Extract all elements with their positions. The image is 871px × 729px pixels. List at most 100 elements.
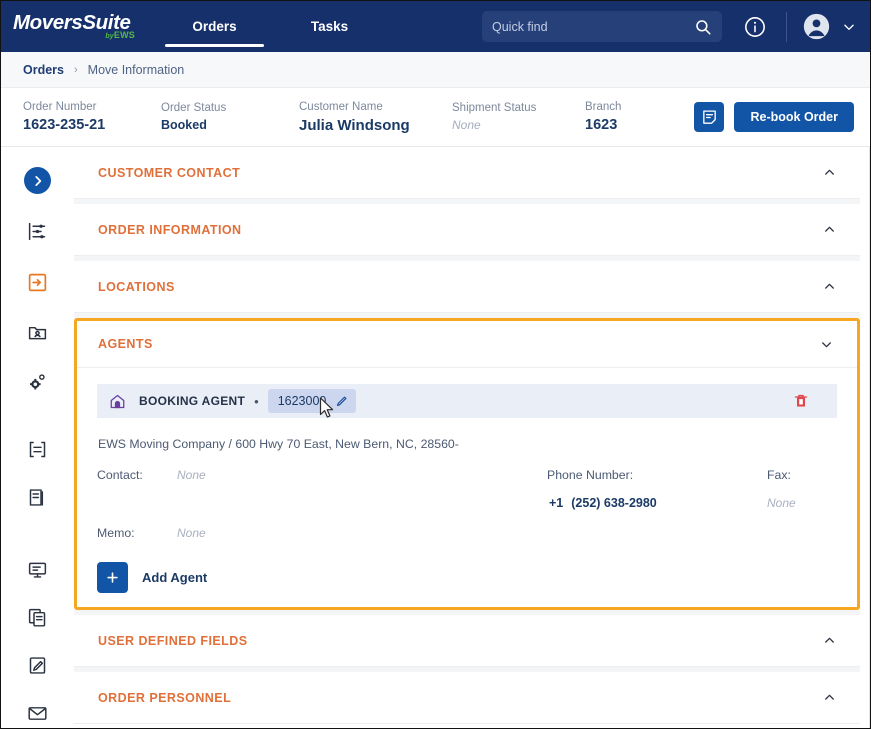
section-locations[interactable]: LOCATIONS bbox=[74, 261, 860, 313]
section-order-information[interactable]: ORDER INFORMATION bbox=[74, 204, 860, 256]
info-circle-icon[interactable] bbox=[744, 16, 766, 38]
chevron-down-icon[interactable] bbox=[842, 20, 856, 34]
chevron-up-icon[interactable] bbox=[823, 280, 836, 293]
section-user-defined-fields-title: USER DEFINED FIELDS bbox=[98, 634, 248, 648]
sidebar-item-claims[interactable] bbox=[25, 653, 50, 678]
agent-type-label: BOOKING AGENT bbox=[139, 394, 245, 408]
summary-order-status-value: Booked bbox=[161, 118, 299, 132]
summary-branch-label: Branch bbox=[585, 101, 705, 113]
user-avatar-icon[interactable] bbox=[803, 13, 830, 40]
section-locations-title: LOCATIONS bbox=[98, 280, 175, 294]
sidebar-item-dispatch[interactable] bbox=[25, 557, 50, 582]
sidebar-item-copy[interactable] bbox=[25, 605, 50, 630]
nav-tab-tasks[interactable]: Tasks bbox=[272, 1, 387, 52]
fax-label: Fax: bbox=[767, 468, 837, 482]
mail-envelope-icon bbox=[27, 703, 48, 724]
top-nav-right-group bbox=[482, 1, 870, 52]
field-gap bbox=[707, 468, 767, 482]
section-order-personnel-title: ORDER PERSONNEL bbox=[98, 691, 231, 705]
nav-tabs: Orders Tasks bbox=[157, 1, 387, 52]
sidebar-item-itemization[interactable] bbox=[25, 437, 50, 462]
trash-delete-icon[interactable] bbox=[793, 393, 809, 410]
summary-shipment-status-label: Shipment Status bbox=[452, 102, 585, 114]
nav-divider bbox=[786, 12, 787, 42]
move-details-icon bbox=[27, 221, 48, 242]
section-customer-contact-title: CUSTOMER CONTACT bbox=[98, 166, 240, 180]
phone-country-code: +1 bbox=[549, 496, 563, 510]
breadcrumb-separator-icon: › bbox=[74, 64, 78, 76]
field-gap bbox=[707, 496, 767, 510]
application-window: MoversSuite byEWS Orders Tasks bbox=[0, 0, 871, 729]
sidebar-item-services[interactable] bbox=[25, 369, 50, 394]
rebook-order-button[interactable]: Re-book Order bbox=[734, 102, 854, 132]
sidebar-item-documents[interactable] bbox=[25, 485, 50, 510]
contact-folder-icon bbox=[27, 322, 48, 343]
phone-local-number: (252) 638-2980 bbox=[571, 496, 656, 510]
agent-code-value: 1623000 bbox=[278, 394, 327, 408]
page-body: CUSTOMER CONTACT ORDER INFORMATION LOCAT… bbox=[1, 147, 870, 728]
contact-value: None bbox=[177, 468, 377, 482]
summary-order-status-label: Order Status bbox=[161, 102, 299, 114]
add-agent-label: Add Agent bbox=[142, 570, 207, 585]
field-gap bbox=[377, 496, 547, 510]
search-icon[interactable] bbox=[694, 18, 712, 36]
section-agents-header[interactable]: AGENTS bbox=[77, 321, 857, 368]
section-customer-contact[interactable]: CUSTOMER CONTACT bbox=[74, 147, 860, 199]
document-list-icon bbox=[27, 439, 48, 460]
breadcrumb-current: Move Information bbox=[88, 63, 185, 77]
home-agent-icon bbox=[109, 393, 126, 410]
logo-ews-text: EWS bbox=[114, 30, 135, 40]
chevron-up-icon[interactable] bbox=[823, 223, 836, 236]
section-user-defined-fields[interactable]: USER DEFINED FIELDS bbox=[74, 615, 860, 667]
chevron-up-icon[interactable] bbox=[823, 634, 836, 647]
field-gap bbox=[177, 496, 377, 510]
summary-branch: Branch 1623 bbox=[585, 101, 705, 133]
summary-shipment-status: Shipment Status None bbox=[452, 102, 585, 132]
monitor-note-icon bbox=[27, 559, 48, 580]
order-information-icon bbox=[27, 272, 48, 293]
sidebar-item-contacts[interactable] bbox=[25, 320, 50, 345]
pencil-edit-icon[interactable] bbox=[335, 395, 348, 408]
summary-customer-name-label: Customer Name bbox=[299, 101, 452, 113]
document-page-icon bbox=[27, 487, 48, 508]
app-logo[interactable]: MoversSuite byEWS bbox=[13, 13, 135, 41]
agent-separator-dot: • bbox=[254, 395, 259, 408]
rail-expand-toggle[interactable] bbox=[24, 167, 51, 194]
chevron-up-icon[interactable] bbox=[823, 691, 836, 704]
chevron-down-icon[interactable] bbox=[820, 338, 833, 351]
sidebar-item-move-details[interactable] bbox=[25, 219, 50, 244]
summary-order-number-value: 1623-235-21 bbox=[23, 117, 161, 133]
breadcrumb: Orders › Move Information bbox=[1, 52, 870, 88]
agent-field-row-contact: Contact: None Phone Number: Fax: bbox=[97, 468, 837, 482]
plus-icon-button bbox=[97, 562, 128, 593]
phone-number-label: Phone Number: bbox=[547, 468, 707, 482]
order-summary-bar: Order Number 1623-235-21 Order Status Bo… bbox=[1, 88, 870, 147]
left-rail-wrapper bbox=[1, 147, 74, 728]
summary-customer-name: Customer Name Julia Windsong bbox=[299, 101, 452, 134]
phone-number-value: +1 (252) 638-2980 bbox=[547, 496, 707, 510]
chevron-right-circle-icon bbox=[31, 174, 45, 188]
add-agent-button[interactable]: Add Agent bbox=[97, 562, 837, 593]
section-order-personnel[interactable]: ORDER PERSONNEL bbox=[74, 672, 860, 724]
top-navigation-bar: MoversSuite byEWS Orders Tasks bbox=[1, 1, 870, 52]
sidebar-item-order-information[interactable] bbox=[25, 270, 50, 295]
main-content: CUSTOMER CONTACT ORDER INFORMATION LOCAT… bbox=[74, 147, 870, 728]
section-agents-title: AGENTS bbox=[98, 337, 153, 351]
note-edit-icon bbox=[701, 109, 718, 126]
breadcrumb-orders-link[interactable]: Orders bbox=[23, 63, 64, 77]
nav-tab-orders[interactable]: Orders bbox=[157, 1, 272, 52]
plus-icon bbox=[105, 570, 120, 585]
left-icon-rail bbox=[1, 147, 74, 728]
agent-field-row-values: +1(252) 638-2980 None bbox=[97, 496, 837, 510]
quick-find-container[interactable] bbox=[482, 11, 722, 42]
agents-body: BOOKING AGENT • 1623000 bbox=[77, 368, 857, 607]
section-agents-panel: AGENTS BOOKING AGENT • 1623000 bbox=[74, 318, 860, 610]
search-input[interactable] bbox=[492, 20, 694, 34]
note-edit-button[interactable] bbox=[694, 102, 724, 132]
sidebar-item-email[interactable] bbox=[25, 701, 50, 726]
clipboard-edit-icon bbox=[27, 655, 48, 676]
agent-code-chip[interactable]: 1623000 bbox=[268, 389, 357, 413]
summary-order-number-label: Order Number bbox=[23, 101, 161, 113]
section-order-information-title: ORDER INFORMATION bbox=[98, 223, 242, 237]
chevron-up-icon[interactable] bbox=[823, 166, 836, 179]
